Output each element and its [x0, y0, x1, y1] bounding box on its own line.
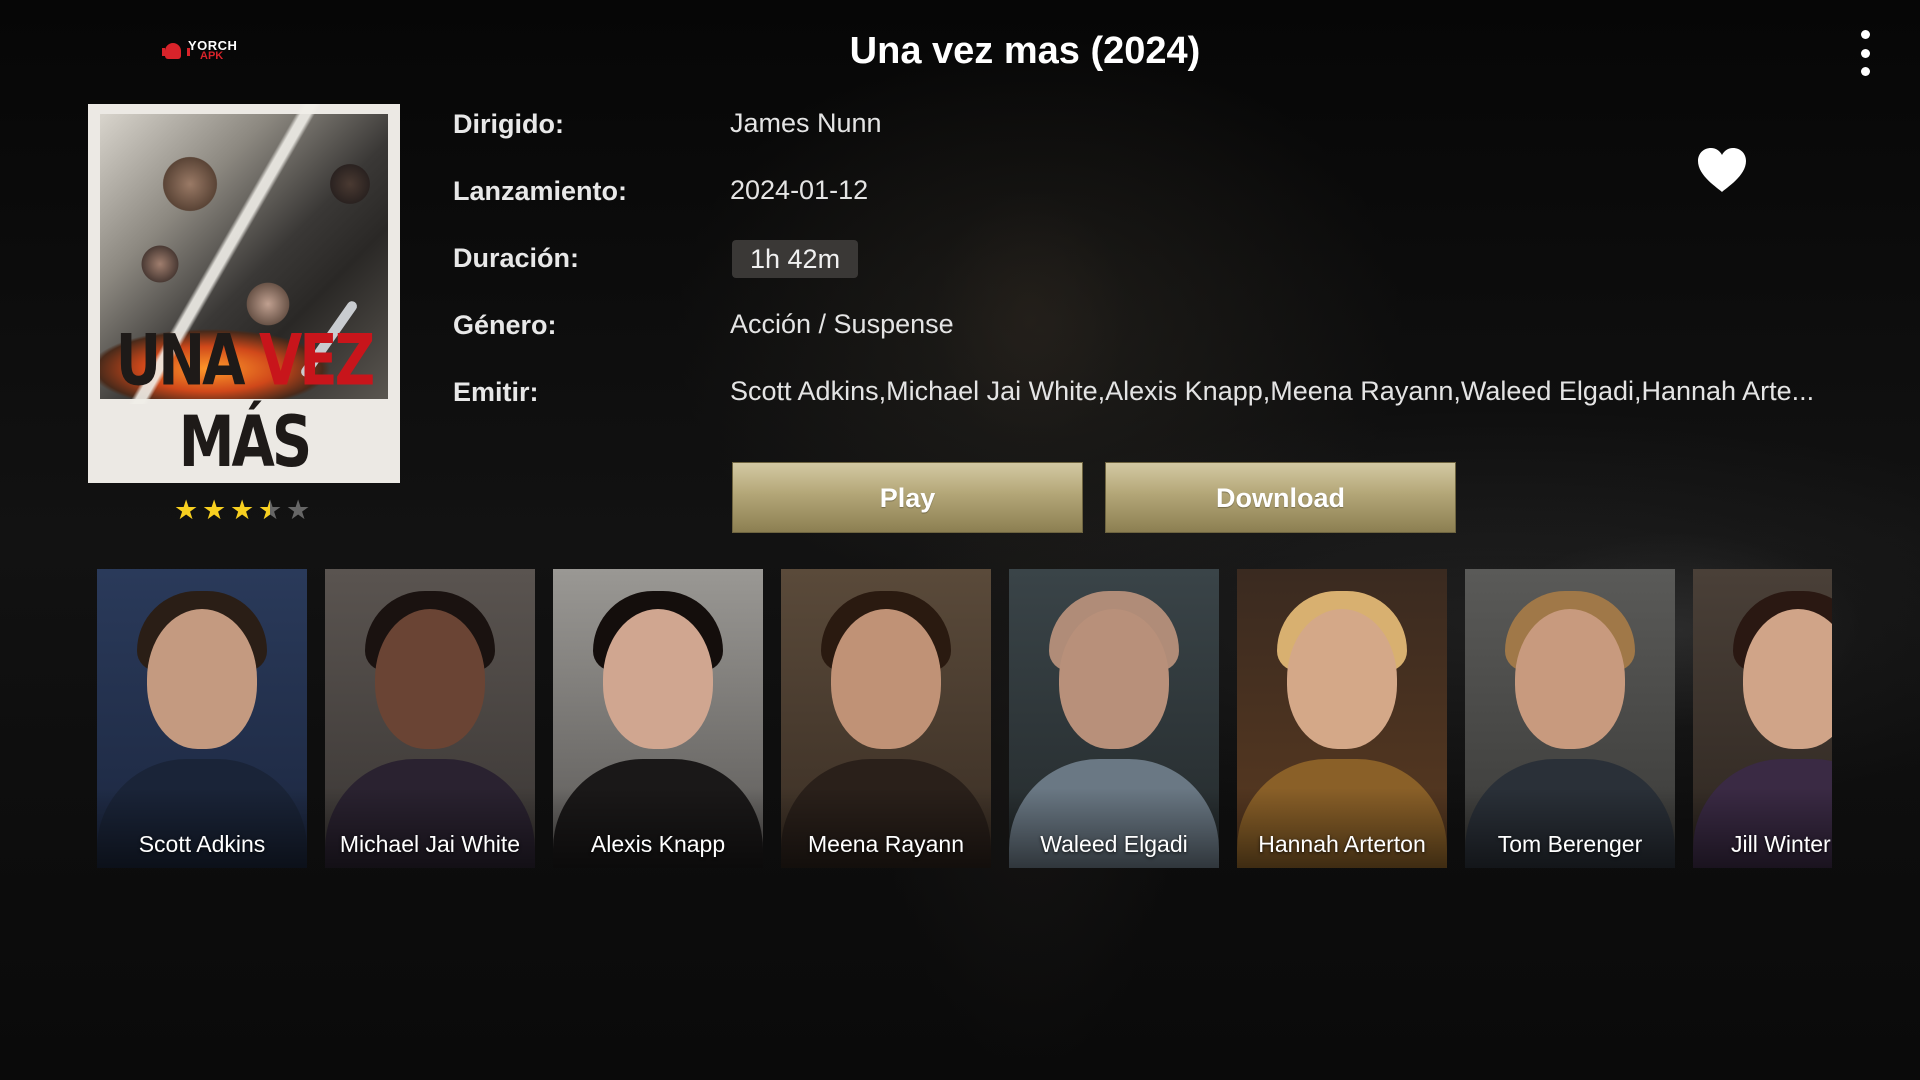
cast-name: Hannah Arterton — [1258, 831, 1426, 857]
cast-label: Emitir: — [453, 377, 539, 407]
heart-icon[interactable] — [1696, 146, 1748, 194]
duration-badge: 1h 42m — [732, 240, 859, 278]
page-title: Una vez mas (2024) — [849, 30, 1201, 72]
star-icon-full: ★ — [174, 495, 199, 525]
app-logo: YORCH APK — [162, 36, 252, 66]
cast-card[interactable]: Hannah Arterton — [1237, 569, 1447, 868]
cast-name: Alexis Knapp — [590, 831, 726, 857]
cast-name: Scott Adkins — [138, 831, 266, 857]
poster-title-part2: VEZ — [258, 320, 375, 402]
cast-card[interactable]: Scott Adkins — [97, 569, 307, 868]
star-icon-full: ★ — [202, 495, 227, 525]
cast-name: Waleed Elgadi — [1040, 831, 1188, 857]
cast-card[interactable]: Tom Berenger — [1465, 569, 1675, 868]
cast-carousel[interactable]: Scott Adkins Michael Jai White Alexis Kn… — [97, 569, 1832, 868]
cast-name: Meena Rayann — [808, 831, 964, 857]
cast-card[interactable]: Michael Jai White — [325, 569, 535, 868]
menu-dot — [1860, 48, 1870, 58]
director-label: Dirigido: — [453, 109, 564, 139]
cast-name: Tom Berenger — [1497, 831, 1643, 857]
movie-poster: UNA VEZ MÁS — [88, 104, 400, 483]
download-button[interactable]: Download — [1105, 462, 1456, 533]
star-icon-empty: ★ — [286, 495, 311, 525]
release-label: Lanzamiento: — [453, 176, 628, 206]
cast-value: Scott Adkins,Michael Jai White,Alexis Kn… — [730, 376, 1815, 406]
genre-label: Género: — [453, 310, 557, 340]
logo-text-apk: APK — [200, 50, 224, 62]
genre-value: Acción / Suspense — [730, 309, 954, 339]
cast-name: Jill Winter — [1731, 831, 1831, 857]
poster-title-part3: MÁS — [178, 402, 312, 483]
poster-title-part1: UNA — [115, 320, 259, 402]
cast-card[interactable]: Jill Winter — [1693, 569, 1832, 868]
cast-card[interactable]: Alexis Knapp — [553, 569, 763, 868]
star-icon-half: ★ — [258, 496, 282, 524]
menu-dot — [1860, 67, 1870, 76]
more-vertical-icon[interactable] — [1850, 30, 1880, 76]
cast-card[interactable]: Waleed Elgadi — [1009, 569, 1219, 868]
duration-label: Duración: — [453, 243, 580, 273]
release-value: 2024-01-12 — [730, 175, 869, 205]
poster-title: UNA VEZ MÁS — [88, 321, 400, 483]
cast-name: Michael Jai White — [339, 831, 521, 857]
play-button[interactable]: Play — [732, 462, 1083, 533]
director-value: James Nunn — [730, 108, 882, 138]
movie-detail-screen: YORCH APK Una vez mas (2024) UNA VEZ MÁS… — [0, 0, 1920, 1080]
star-icon-full: ★ — [230, 495, 255, 525]
cast-card[interactable]: Meena Rayann — [781, 569, 991, 868]
android-robot-icon — [162, 39, 190, 63]
rating-stars: ★ ★ ★ ★ ★ — [174, 496, 310, 524]
menu-dot — [1860, 30, 1870, 39]
